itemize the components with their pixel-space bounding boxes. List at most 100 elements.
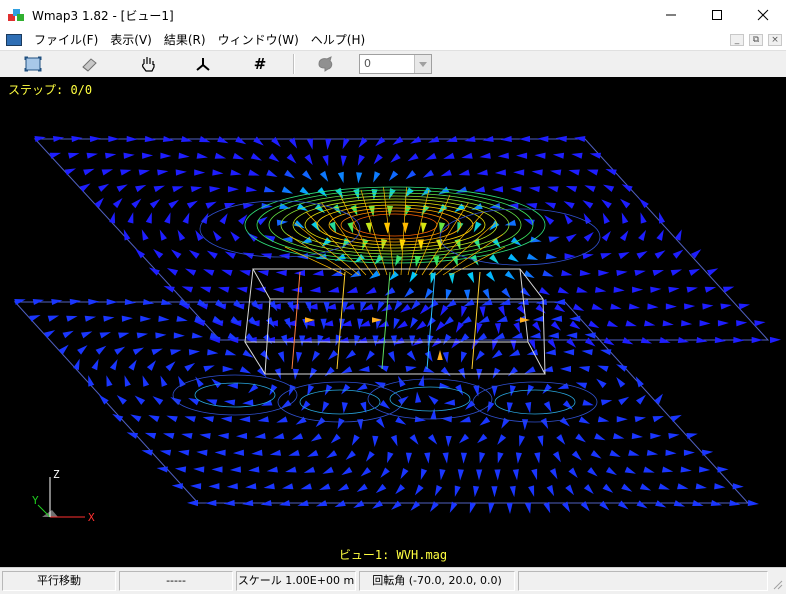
field-line (421, 202, 469, 276)
field-arrow (127, 212, 134, 224)
field-arrow (524, 366, 536, 374)
field-arrow (543, 501, 551, 514)
field-arrow (387, 351, 396, 363)
field-arrow (405, 170, 417, 180)
field-arrow (372, 435, 379, 447)
resize-grip-icon[interactable] (771, 578, 783, 590)
field-arrow (334, 500, 346, 508)
field-arrow (319, 483, 331, 491)
field-arrow (340, 366, 353, 374)
field-arrow (203, 365, 215, 372)
rotate-axes-button[interactable] (191, 53, 215, 75)
close-button[interactable] (740, 0, 786, 30)
field-arrow (304, 154, 313, 166)
field-arrow (342, 137, 350, 150)
field-arrow (337, 418, 345, 430)
field-arrow (155, 332, 167, 339)
field-arrow (153, 248, 164, 259)
field-plot[interactable]: X Y Z (0, 77, 786, 567)
field-arrow (578, 416, 591, 424)
field-arrow (121, 315, 133, 322)
maximize-button[interactable] (694, 0, 740, 30)
field-arrow (291, 286, 303, 293)
fit-view-button[interactable] (21, 53, 45, 75)
child-close-button[interactable]: × (768, 34, 782, 46)
field-arrow (437, 350, 443, 360)
field-arrow (616, 416, 628, 423)
field-arrow (586, 169, 599, 176)
field-arrow (418, 374, 425, 387)
grid-button[interactable]: # (248, 53, 272, 75)
field-arrow (563, 201, 575, 209)
field-arrow (217, 432, 229, 440)
field-arrow (603, 337, 615, 346)
field-arrow (597, 365, 609, 372)
field-arrow (160, 375, 168, 387)
field-arrow (639, 483, 652, 491)
field-arrow (550, 315, 563, 322)
field-arrow (226, 382, 239, 389)
menu-bar: ファイル(F) 表示(V) 結果(R) ウィンドウ(W) ヘルプ(H) (0, 30, 786, 50)
field-arrow (473, 221, 482, 233)
menu-results[interactable]: 結果(R) (158, 30, 212, 50)
field-arrow (621, 483, 633, 492)
field-arrow (372, 335, 379, 347)
field-arrow (276, 416, 288, 423)
field-arrow (612, 432, 625, 440)
eraser-button[interactable] (77, 53, 101, 75)
step-select-dropdown[interactable] (414, 55, 431, 73)
field-arrow (672, 249, 684, 259)
field-arrow (501, 287, 511, 299)
field-arrow (365, 222, 372, 234)
field-arrow (138, 169, 150, 176)
field-arrow (387, 451, 394, 464)
field-arrow (624, 466, 636, 474)
field-arrow (591, 303, 604, 310)
menu-window[interactable]: ウィンドウ(W) (212, 30, 305, 50)
field-arrow (575, 433, 586, 443)
hand-icon (141, 57, 155, 72)
field-arrow (654, 250, 666, 259)
field-arrow (701, 449, 714, 456)
field-arrow (584, 332, 596, 339)
field-arrow (236, 286, 248, 293)
menu-help[interactable]: ヘルプ(H) (305, 30, 371, 50)
menu-file[interactable]: ファイル(F) (28, 30, 104, 50)
field-arrow (307, 449, 319, 457)
pan-button[interactable] (136, 53, 160, 75)
field-arrow (665, 449, 677, 456)
field-arrow (365, 286, 377, 295)
field-arrow (634, 416, 646, 423)
child-restore-button[interactable]: ⧉ (749, 34, 763, 46)
close-icon (757, 9, 769, 21)
field-arrow (266, 169, 278, 177)
field-arrow (547, 186, 559, 193)
field-arrow (583, 231, 594, 242)
field-arrow (340, 155, 347, 167)
field-arrow (552, 152, 565, 159)
field-arrow (594, 286, 607, 293)
field-arrow (636, 500, 648, 509)
field-arrow (109, 212, 116, 224)
3d-viewport[interactable]: X Y Z ステップ: 0/0 ビュー1: WVH.mag (0, 77, 786, 567)
field-arrow (176, 315, 188, 322)
field-arrow (315, 417, 326, 428)
step-select[interactable]: 0 (359, 54, 432, 74)
field-arrow (443, 333, 452, 345)
field-arrow (542, 270, 554, 277)
document-icon[interactable] (6, 34, 22, 46)
animate-button[interactable] (314, 53, 338, 75)
field-arrow (251, 449, 263, 456)
field-arrow (153, 185, 165, 193)
field-arrow (178, 449, 190, 456)
field-arrow (311, 350, 321, 362)
field-arrow (345, 450, 356, 460)
field-arrow (473, 385, 480, 397)
field-arrow (187, 499, 199, 507)
field-arrow (469, 502, 476, 514)
field-arrow (434, 484, 443, 497)
menu-view[interactable]: 表示(V) (104, 30, 158, 50)
field-arrow (166, 415, 178, 423)
child-minimize-button[interactable]: _ (730, 34, 744, 46)
minimize-button[interactable] (648, 0, 694, 30)
